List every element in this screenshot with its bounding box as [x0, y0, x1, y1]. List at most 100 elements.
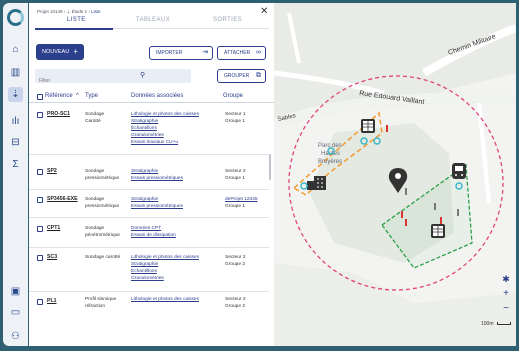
home-icon[interactable]: ⌂	[9, 43, 22, 56]
assoc-link[interactable]: Essais pressiométriques	[131, 203, 183, 210]
sigma-icon[interactable]: Σ	[9, 158, 22, 171]
bus-marker[interactable]	[452, 163, 466, 179]
select-all-checkbox[interactable]	[37, 94, 43, 100]
group-link[interactable]: deProjet 12345	[225, 196, 258, 203]
assoc-link[interactable]: Stratigraphie	[131, 261, 199, 268]
row-type: Sondage pressiométrique	[85, 169, 120, 181]
table-row[interactable]: PRO-SC1 Sondage Carotté Lithologie et ph…	[29, 104, 269, 155]
drill-small-icon: ⇣	[66, 9, 71, 14]
close-icon[interactable]: ✕	[260, 6, 268, 17]
row-reference[interactable]: SP2	[47, 168, 57, 175]
assoc-link[interactable]: Granulométries	[131, 275, 199, 282]
map-canvas[interactable]: Chemin Militaire Rue Edouard Vaillant Sa…	[274, 3, 516, 346]
header-type[interactable]: Type	[85, 93, 98, 99]
row-reference[interactable]: PL1	[47, 298, 57, 305]
row-assoc: Lithologie et photos des caisses Stratig…	[131, 254, 199, 282]
tab-divider	[191, 28, 269, 29]
chart-icon[interactable]: ılı	[9, 115, 22, 128]
assoc-link[interactable]: Essais pressiométriques	[131, 175, 183, 182]
scale-label: 100m	[481, 321, 494, 327]
row-type: Sondage pénétrométrique	[85, 226, 120, 238]
search-icon[interactable]: ⚲	[140, 71, 145, 79]
sort-up-icon[interactable]: ^	[76, 93, 79, 99]
tab-indicator	[35, 28, 113, 30]
settings-icon[interactable]: ✱	[500, 273, 512, 285]
tab-tableaux[interactable]: TABLEAUX	[136, 17, 170, 23]
row-reference[interactable]: SP3456-EXE	[47, 196, 78, 203]
list-scrollbar[interactable]	[269, 154, 271, 180]
assoc-link[interactable]: Essais de dissipation	[131, 232, 176, 239]
scale-line-icon	[496, 322, 511, 325]
assoc-link[interactable]: Stratigraphie	[131, 118, 199, 125]
row-checkbox[interactable]	[37, 197, 43, 203]
assoc-link[interactable]: Stratigraphie	[131, 196, 183, 203]
row-reference[interactable]: PRO-SC1	[47, 111, 70, 118]
assoc-link[interactable]: Lithologie et photos des caisses	[131, 111, 199, 118]
table-row[interactable]: PL1 Profil sismique réfraction Lithologi…	[29, 292, 269, 322]
borehole-marker[interactable]	[300, 182, 308, 190]
assoc-link[interactable]: Stratigraphie	[131, 168, 183, 175]
row-assoc: Données CPT Essais de dissipation	[131, 225, 176, 239]
map-icon[interactable]: ▥	[9, 66, 22, 79]
assoc-link[interactable]: Lithologie et photos des caisses	[131, 296, 199, 303]
building-marker[interactable]	[431, 224, 445, 238]
sample-marker	[457, 209, 459, 216]
tab-sorties[interactable]: SORTIES	[213, 17, 242, 23]
plus-icon: +	[73, 47, 78, 56]
row-checkbox[interactable]	[37, 112, 43, 118]
row-reference[interactable]: CPT1	[47, 225, 60, 232]
row-assoc: Lithologie et photos des caisses	[131, 296, 199, 303]
assoc-link[interactable]: Échantillons	[131, 268, 199, 275]
table-header: Référence ^ Type Données associées Group…	[29, 91, 274, 103]
building-marker[interactable]	[361, 119, 375, 133]
assoc-link[interactable]: Données CPT	[131, 225, 176, 232]
new-button-label: NOUVEAU	[42, 49, 70, 55]
tab-bar: LISTE TABLEAUX SORTIES	[29, 17, 274, 30]
import-icon: ⇥	[202, 49, 208, 56]
road-path	[477, 102, 491, 204]
assoc-link[interactable]: Échantillons	[131, 125, 199, 132]
tab-divider	[113, 28, 191, 29]
table-row[interactable]: SP3456-EXE Sondage pressiométrique Strat…	[29, 190, 269, 218]
user-icon[interactable]: ⚇	[9, 330, 22, 343]
table-row[interactable]: CPT1 Sondage pénétrométrique Données CPT…	[29, 218, 269, 248]
table-row[interactable]: SC3 Sondage carotté Lithologie et photos…	[29, 248, 269, 292]
group-button[interactable]: GROUPER ⧉	[217, 69, 266, 83]
chat-icon[interactable]: ▭	[9, 306, 22, 319]
breadcrumb: Projet 10149 › ⇣ Étude 1 › Liste	[37, 9, 101, 15]
import-button[interactable]: IMPORTER ⇥	[149, 46, 213, 60]
layers-icon[interactable]: ⊟	[9, 136, 22, 149]
row-checkbox[interactable]	[37, 226, 43, 232]
nav-rail: ⌂ ▥ ⇣ ılı ⊟ Σ ▣ ▭ ⚇	[3, 3, 28, 346]
breadcrumb-project[interactable]: Projet 10149	[37, 9, 63, 14]
attach-button[interactable]: ATTACHER ∞	[217, 46, 266, 60]
group-button-label: GROUPER	[224, 73, 250, 79]
zoom-in-button[interactable]: +	[500, 288, 512, 300]
row-group: Secteur 2 Groupe 1	[225, 169, 246, 181]
assoc-link[interactable]: Essais triaxiaux CU+u	[131, 139, 199, 146]
drill-icon[interactable]: ⇣	[8, 87, 23, 102]
assoc-link[interactable]: Lithologie et photos des caisses	[131, 254, 199, 261]
breadcrumb-study[interactable]: Étude 1	[72, 9, 88, 14]
book-icon[interactable]: ▣	[9, 285, 22, 298]
row-checkbox[interactable]	[37, 255, 43, 261]
assoc-link[interactable]: Granulométries	[131, 132, 199, 139]
filter-input[interactable]	[35, 74, 155, 88]
row-reference[interactable]: SC3	[47, 254, 57, 261]
table-row[interactable]: SP2 Sondage pressiométrique Stratigraphi…	[29, 155, 269, 190]
new-button[interactable]: NOUVEAU +	[36, 44, 84, 60]
header-group[interactable]: Groupe	[223, 93, 243, 99]
building-marker[interactable]	[307, 176, 326, 190]
zoom-out-button[interactable]: −	[500, 303, 512, 315]
sample-marker	[386, 125, 388, 132]
group-icon: ⧉	[256, 72, 261, 79]
list-panel: Projet 10149 › ⇣ Étude 1 › Liste ✕ LISTE…	[29, 3, 274, 346]
attach-button-label: ATTACHER	[224, 50, 251, 56]
row-checkbox[interactable]	[37, 299, 43, 305]
row-type: Sondage pressiométrique	[85, 197, 120, 209]
tab-liste[interactable]: LISTE	[67, 17, 86, 23]
map-view[interactable]: Chemin Militaire Rue Edouard Vaillant Sa…	[274, 3, 516, 346]
row-checkbox[interactable]	[37, 169, 43, 175]
header-assoc[interactable]: Données associées	[131, 93, 183, 99]
header-reference[interactable]: Référence	[45, 93, 73, 99]
